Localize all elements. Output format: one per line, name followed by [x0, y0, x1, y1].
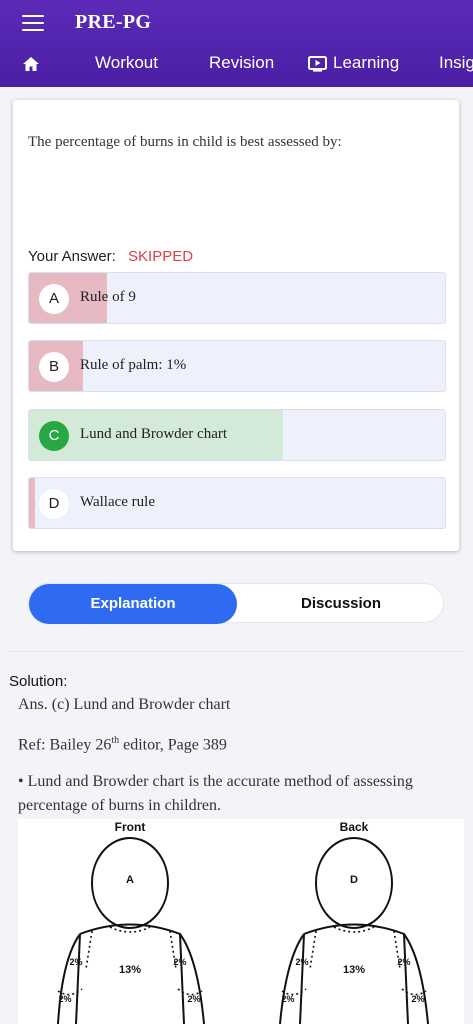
- option-c-letter: C: [39, 421, 69, 451]
- back-right-arm-label: 2%: [397, 957, 410, 967]
- option-d-percent-bar: [29, 478, 35, 528]
- tab-insights[interactable]: Insig: [439, 53, 473, 73]
- front-left-arm-label: 2%: [69, 957, 82, 967]
- video-play-icon: [308, 56, 327, 72]
- solution-label: Solution:: [9, 673, 68, 690]
- your-answer-status: SKIPPED: [128, 248, 194, 265]
- your-answer: Your Answer: SKIPPED: [28, 248, 193, 265]
- question-text: The percentage of burns in child is best…: [28, 134, 342, 150]
- lund-browder-figure: Front Back A 13% 2% 2% 2% 2% D 13% 2% 2%…: [18, 819, 464, 1024]
- content-area[interactable]: The percentage of burns in child is best…: [0, 87, 473, 1024]
- solution-bullet: • Lund and Browder chart is the accurate…: [18, 773, 413, 814]
- front-left-forearm-label: 2%: [58, 994, 71, 1004]
- question-card: The percentage of burns in child is best…: [13, 100, 459, 551]
- option-d-letter: D: [39, 489, 69, 519]
- back-body-outline: [279, 837, 429, 1024]
- tab-revision[interactable]: Revision: [209, 53, 274, 73]
- figure-back-label: Back: [340, 820, 369, 834]
- solution-answer: Ans. (c) Lund and Browder chart: [18, 696, 231, 713]
- option-d-text: Wallace rule: [80, 494, 155, 510]
- option-c-text: Lund and Browder chart: [80, 426, 228, 442]
- front-right-arm-label: 2%: [173, 957, 186, 967]
- app-title: PRE-PG: [75, 11, 152, 33]
- option-d[interactable]: D Wallace rule: [28, 477, 446, 529]
- divider: [9, 651, 464, 652]
- back-chest-label: 13%: [343, 964, 365, 976]
- option-b[interactable]: B Rule of palm: 1%: [28, 340, 446, 392]
- home-icon[interactable]: [22, 56, 40, 72]
- front-right-forearm-label: 2%: [187, 994, 200, 1004]
- front-head-label: A: [126, 874, 134, 886]
- option-a-text: Rule of 9: [80, 289, 136, 305]
- app-bar: PRE-PG Workout Revision Learning Insig: [0, 0, 473, 87]
- tab-workout[interactable]: Workout: [95, 53, 158, 73]
- back-left-arm-label: 2%: [295, 957, 308, 967]
- reference-superscript: th: [111, 735, 120, 746]
- discussion-tab[interactable]: Discussion: [237, 584, 445, 624]
- explanation-discussion-toggle: Explanation Discussion: [28, 583, 445, 624]
- solution-reference: Ref: Bailey 26th editor, Page 389: [18, 735, 227, 754]
- explanation-tab[interactable]: Explanation: [29, 584, 237, 624]
- option-a-letter: A: [39, 284, 69, 314]
- front-body-outline: [57, 837, 205, 1024]
- figure-front-label: Front: [115, 820, 146, 834]
- tab-learning[interactable]: Learning: [333, 53, 399, 73]
- reference-suffix: editor, Page 389: [119, 736, 227, 754]
- option-b-letter: B: [39, 352, 69, 382]
- back-right-forearm-label: 2%: [411, 994, 424, 1004]
- front-chest-label: 13%: [119, 964, 141, 976]
- option-a[interactable]: A Rule of 9: [28, 272, 446, 324]
- back-left-forearm-label: 2%: [281, 994, 294, 1004]
- lund-browder-diagram: Front Back A 13% 2% 2% 2% 2% D 13% 2% 2%…: [57, 820, 429, 1024]
- option-c[interactable]: C Lund and Browder chart: [28, 409, 446, 461]
- your-answer-label: Your Answer:: [28, 248, 116, 265]
- reference-prefix: Ref: Bailey 26: [18, 736, 112, 754]
- menu-icon[interactable]: [22, 15, 44, 31]
- back-head-label: D: [350, 874, 358, 886]
- option-b-text: Rule of palm: 1%: [80, 357, 187, 373]
